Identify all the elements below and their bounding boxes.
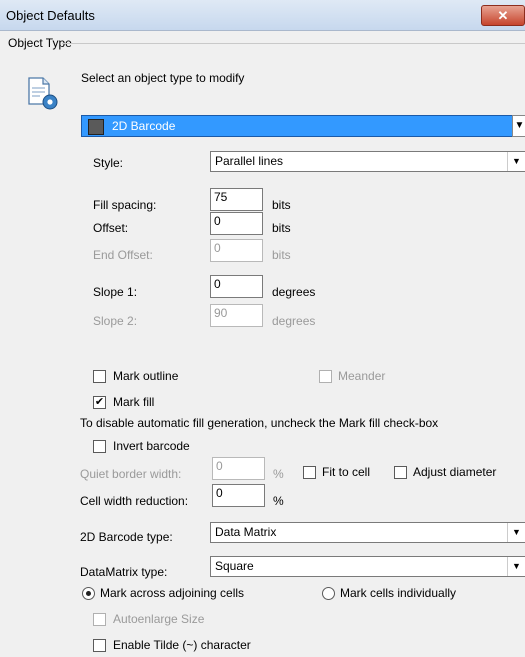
autoenlarge-label: Autoenlarge Size — [113, 612, 205, 626]
datamatrix-type-select[interactable]: Square ▼ — [210, 556, 525, 577]
quiet-border-input[interactable]: 0 — [212, 457, 265, 480]
mark-across-radio[interactable] — [82, 587, 95, 600]
object-type-value: 2D Barcode — [112, 119, 176, 133]
slope2-label: Slope 2: — [93, 314, 138, 328]
close-button[interactable]: ✕ — [481, 5, 525, 26]
offset-value: 0 — [214, 214, 221, 228]
chevron-down-icon: ▼ — [514, 120, 525, 131]
fill-spacing-unit: bits — [272, 198, 291, 212]
close-icon: ✕ — [497, 8, 509, 23]
quiet-border-value: 0 — [216, 459, 223, 473]
enable-tilde-label: Enable Tilde (~) character — [113, 638, 251, 652]
mark-outline-label: Mark outline — [113, 369, 179, 383]
autoenlarge-checkbox[interactable] — [93, 613, 106, 626]
barcode-type-value: Data Matrix — [215, 525, 277, 539]
fill-spacing-value: 75 — [214, 190, 228, 204]
adjust-diameter-checkbox[interactable] — [394, 466, 407, 479]
chevron-down-icon: ▼ — [507, 152, 525, 171]
barcode-type-label: 2D Barcode type: — [80, 530, 173, 544]
quiet-border-unit: % — [273, 467, 284, 481]
invert-barcode-label: Invert barcode — [113, 439, 190, 453]
style-value: Parallel lines — [215, 154, 284, 168]
datamatrix-type-label: DataMatrix type: — [80, 565, 168, 579]
style-label: Style: — [93, 156, 124, 170]
fit-to-cell-checkbox[interactable] — [303, 466, 316, 479]
slope1-input[interactable]: 0 — [210, 275, 263, 298]
object-type-dropdown-button[interactable]: ▼ — [512, 115, 525, 137]
style-select[interactable]: Parallel lines ▼ — [210, 151, 525, 172]
cell-width-unit: % — [273, 494, 284, 508]
offset-label: Offset: — [93, 221, 129, 235]
chevron-down-icon: ▼ — [507, 557, 525, 576]
invert-barcode-checkbox[interactable] — [93, 440, 106, 453]
mark-individually-radio[interactable] — [322, 587, 335, 600]
slope2-input[interactable]: 90 — [210, 304, 263, 327]
document-gear-icon — [28, 77, 58, 110]
datamatrix-type-value: Square — [215, 559, 254, 573]
group-divider — [62, 43, 525, 44]
slope2-unit: degrees — [272, 314, 316, 328]
fill-spacing-label: Fill spacing: — [93, 198, 157, 212]
instruction-text: Select an object type to modify — [81, 71, 245, 85]
window-title: Object Defaults — [6, 8, 95, 23]
fill-note-text: To disable automatic fill generation, un… — [80, 416, 439, 430]
end-offset-value: 0 — [214, 241, 221, 255]
mark-fill-checkbox[interactable]: ✔ — [93, 396, 106, 409]
adjust-diameter-label: Adjust diameter — [413, 465, 497, 479]
mark-across-label: Mark across adjoining cells — [100, 586, 245, 600]
quiet-border-label: Quiet border width: — [80, 467, 182, 481]
slope2-value: 90 — [214, 306, 228, 320]
meander-label: Meander — [338, 369, 386, 383]
offset-unit: bits — [272, 221, 291, 235]
barcode-icon — [88, 119, 104, 135]
cell-width-input[interactable]: 0 — [212, 484, 265, 507]
slope1-value: 0 — [214, 277, 221, 291]
end-offset-unit: bits — [272, 248, 291, 262]
fill-spacing-input[interactable]: 75 — [210, 188, 263, 211]
end-offset-input[interactable]: 0 — [210, 239, 263, 262]
barcode-type-select[interactable]: Data Matrix ▼ — [210, 522, 525, 543]
fit-to-cell-label: Fit to cell — [322, 465, 371, 479]
radio-selected-dot — [86, 591, 91, 596]
slope1-label: Slope 1: — [93, 285, 138, 299]
title-bar: Object Defaults ✕ — [0, 0, 525, 31]
mark-individually-label: Mark cells individually — [340, 586, 457, 600]
object-type-select[interactable]: 2D Barcode — [81, 115, 514, 137]
enable-tilde-checkbox[interactable] — [93, 639, 106, 652]
end-offset-label: End Offset: — [93, 248, 153, 262]
meander-checkbox[interactable] — [319, 370, 332, 383]
offset-input[interactable]: 0 — [210, 212, 263, 235]
cell-width-value: 0 — [216, 486, 223, 500]
mark-fill-label: Mark fill — [113, 395, 155, 409]
slope1-unit: degrees — [272, 285, 316, 299]
cell-width-label: Cell width reduction: — [80, 494, 189, 508]
checkmark-icon: ✔ — [94, 396, 105, 408]
mark-outline-checkbox[interactable] — [93, 370, 106, 383]
chevron-down-icon: ▼ — [507, 523, 525, 542]
